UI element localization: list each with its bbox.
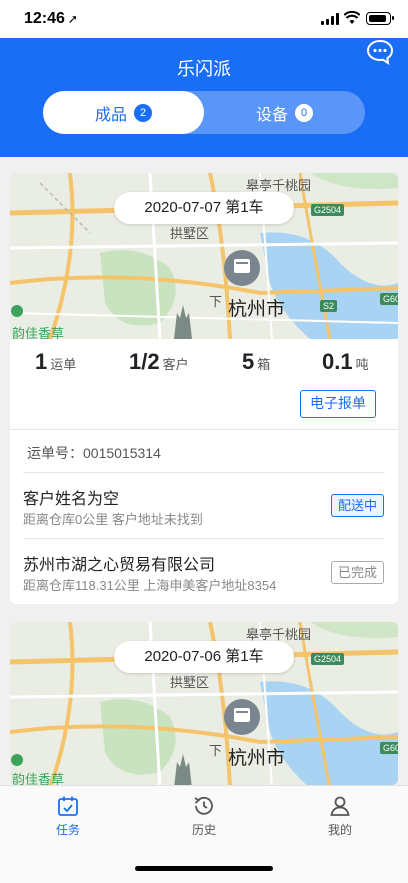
battery-icon <box>366 12 394 25</box>
count-badge: 2 <box>134 103 152 122</box>
tab-equipment[interactable]: 设备 0 <box>204 91 365 134</box>
map-poi-label: 韵佳香草 <box>12 772 65 785</box>
stat-boxes: 5箱 <box>242 349 271 374</box>
electronic-report-button[interactable]: 电子报单 <box>300 390 376 418</box>
map-label: 皋亭千桃园 <box>246 627 312 642</box>
history-clock-icon <box>194 796 213 815</box>
tab-finished-goods[interactable]: 成品 2 <box>43 91 204 134</box>
wifi-icon <box>344 11 360 24</box>
stat-customers: 1/2 客户 <box>129 349 189 374</box>
map-label: 拱墅区 <box>170 226 210 241</box>
segment-control: 成品 2 设备 0 <box>43 91 365 134</box>
stat-waybills: 1 运单 <box>35 349 77 374</box>
customer-name: 客户姓名为空 <box>23 491 120 508</box>
map-city-label: 杭州市 <box>228 748 286 769</box>
highway-sign: G60 <box>380 742 398 754</box>
delivery-card[interactable]: 2020-07-07 第1车 皋亭千桃园 拱墅区 下 杭州市 韵佳香草 G250… <box>10 173 398 604</box>
stat-tonnage: 0.1 吨 <box>322 349 369 374</box>
home-indicator <box>135 866 273 871</box>
map-label: 拱墅区 <box>170 675 210 690</box>
customer-name: 苏州市湖之心贸易有限公司 <box>23 557 216 574</box>
waybill-number: 运单号：0015015314 <box>27 445 161 461</box>
divider <box>23 472 385 473</box>
highway-sign: G2504 <box>311 653 345 665</box>
tab-tasks[interactable]: 任务 <box>28 794 108 838</box>
highway-sign: G2504 <box>311 204 345 216</box>
status-badge: 配送中 <box>331 494 384 517</box>
trip-date-title: 2020-07-07 第1车 <box>114 192 294 224</box>
divider <box>10 429 398 430</box>
tab-history[interactable]: 历史 <box>164 794 244 838</box>
status-badge: 已完成 <box>331 561 384 584</box>
map-label: 下 <box>209 743 223 758</box>
map-city-label: 杭州市 <box>228 299 286 320</box>
map-label: 皋亭千桃园 <box>246 178 312 193</box>
tab-profile[interactable]: 我的 <box>300 794 380 838</box>
delivery-card[interactable]: 2020-07-06 第1车 皋亭千桃园 拱墅区 下 杭州市 韵佳香草 G250… <box>10 622 398 785</box>
user-icon <box>330 796 350 816</box>
location-arrow-icon: ➚ <box>67 12 78 26</box>
customer-detail: 距离仓库0公里 客户地址未找到 <box>23 512 203 527</box>
calendar-check-icon <box>58 796 78 816</box>
route-map: 2020-07-06 第1车 皋亭千桃园 拱墅区 下 杭州市 韵佳香草 G250… <box>10 622 398 785</box>
status-time: 12:46 ➚ <box>24 10 78 27</box>
page-title: 乐闪派 <box>177 59 231 79</box>
route-map: 2020-07-07 第1车 皋亭千桃园 拱墅区 下 杭州市 韵佳香草 G250… <box>10 173 398 339</box>
status-bar: 12:46 ➚ <box>0 0 408 38</box>
map-label: 下 <box>209 294 223 309</box>
customer-detail: 距离仓库118.31公里 上海申美客户地址8354 <box>23 578 277 593</box>
map-poi-label: 韵佳香草 <box>12 326 65 339</box>
count-badge: 0 <box>295 103 313 122</box>
divider <box>23 538 385 539</box>
trip-stats: 1 运单 1/2 客户 5箱 0.1 吨 <box>10 349 398 381</box>
highway-sign: G60 <box>380 293 398 305</box>
cellular-signal-icon <box>321 13 341 25</box>
chat-bubble-icon[interactable] <box>366 39 394 65</box>
highway-sign: S2 <box>320 300 338 312</box>
trip-date-title: 2020-07-06 第1车 <box>114 641 294 673</box>
